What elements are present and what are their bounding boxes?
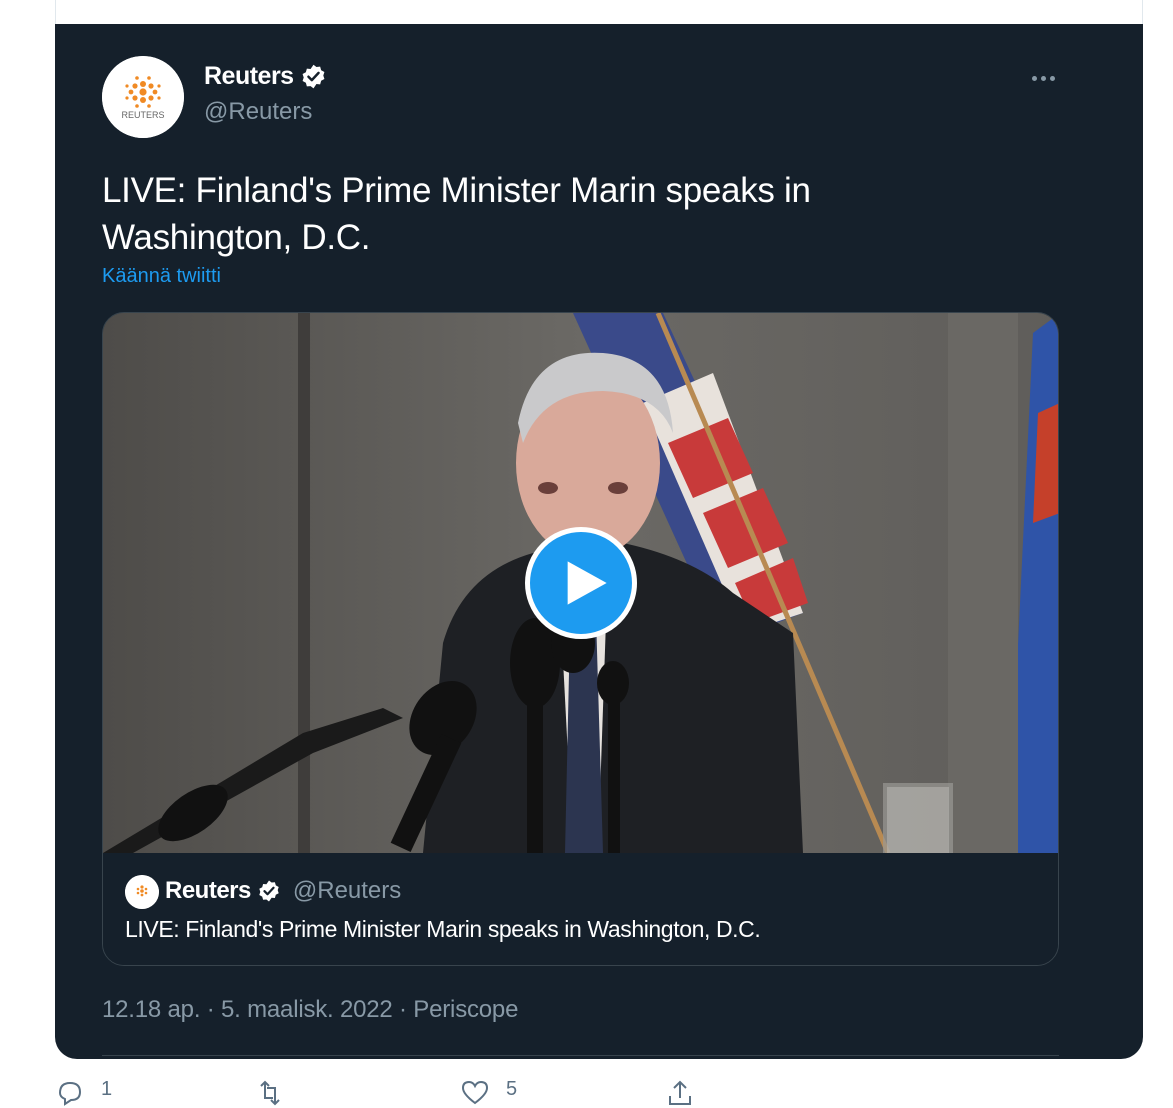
quote-handle: @Reuters: [292, 877, 402, 904]
tweet-card[interactable]: REUTERS Reuters @Reuters LIVE: Finland's…: [55, 24, 1143, 1059]
like-button[interactable]: 5: [460, 1078, 517, 1108]
media-card[interactable]: Reuters @Reuters LIVE: Finland's Prime M…: [102, 312, 1059, 966]
play-icon: [567, 561, 607, 605]
reuters-logo-icon: REUTERS: [102, 56, 184, 138]
previous-tweet-card: [55, 0, 1143, 25]
tweet-text: LIVE: Finland's Prime Minister Marin spe…: [102, 171, 811, 257]
reply-count: 1: [101, 1078, 113, 1100]
more-options-icon[interactable]: [1025, 66, 1061, 90]
quote-text: LIVE: Finland's Prime Minister Marin spe…: [125, 916, 761, 942]
reuters-logo-icon: [125, 875, 159, 909]
quote-avatar: [125, 875, 159, 909]
retweet-icon: [260, 1080, 280, 1106]
verified-badge-icon: [302, 64, 325, 89]
reply-button[interactable]: 1: [55, 1078, 112, 1108]
verified-badge-icon: [259, 880, 279, 902]
share-button[interactable]: [665, 1078, 695, 1108]
tweet-timestamp[interactable]: 12.18 ap. · 5. maalisk. 2022 · Periscope: [102, 996, 518, 1024]
divider: [102, 1055, 1059, 1056]
author-name-row[interactable]: Reuters: [204, 62, 327, 91]
author-display-name[interactable]: Reuters: [204, 62, 294, 91]
quote-display-name: Reuters: [165, 877, 251, 904]
translate-tweet-link[interactable]: Käännä twiitti: [102, 265, 221, 288]
svg-text:REUTERS: REUTERS: [121, 110, 164, 120]
retweet-button[interactable]: [255, 1078, 285, 1108]
quote-author-row: Reuters @Reuters: [165, 877, 401, 905]
reply-icon: [58, 1081, 82, 1106]
like-count: 5: [506, 1078, 518, 1100]
video-player[interactable]: [103, 313, 1058, 853]
play-button[interactable]: [525, 527, 637, 639]
quoted-broadcast[interactable]: Reuters @Reuters LIVE: Finland's Prime M…: [103, 853, 1058, 965]
author-handle[interactable]: @Reuters: [204, 98, 312, 126]
share-icon: [669, 1080, 691, 1105]
author-avatar[interactable]: REUTERS: [102, 56, 184, 138]
tweet-actions-bar: 1 5: [55, 1078, 1143, 1106]
heart-icon: [461, 1080, 489, 1105]
